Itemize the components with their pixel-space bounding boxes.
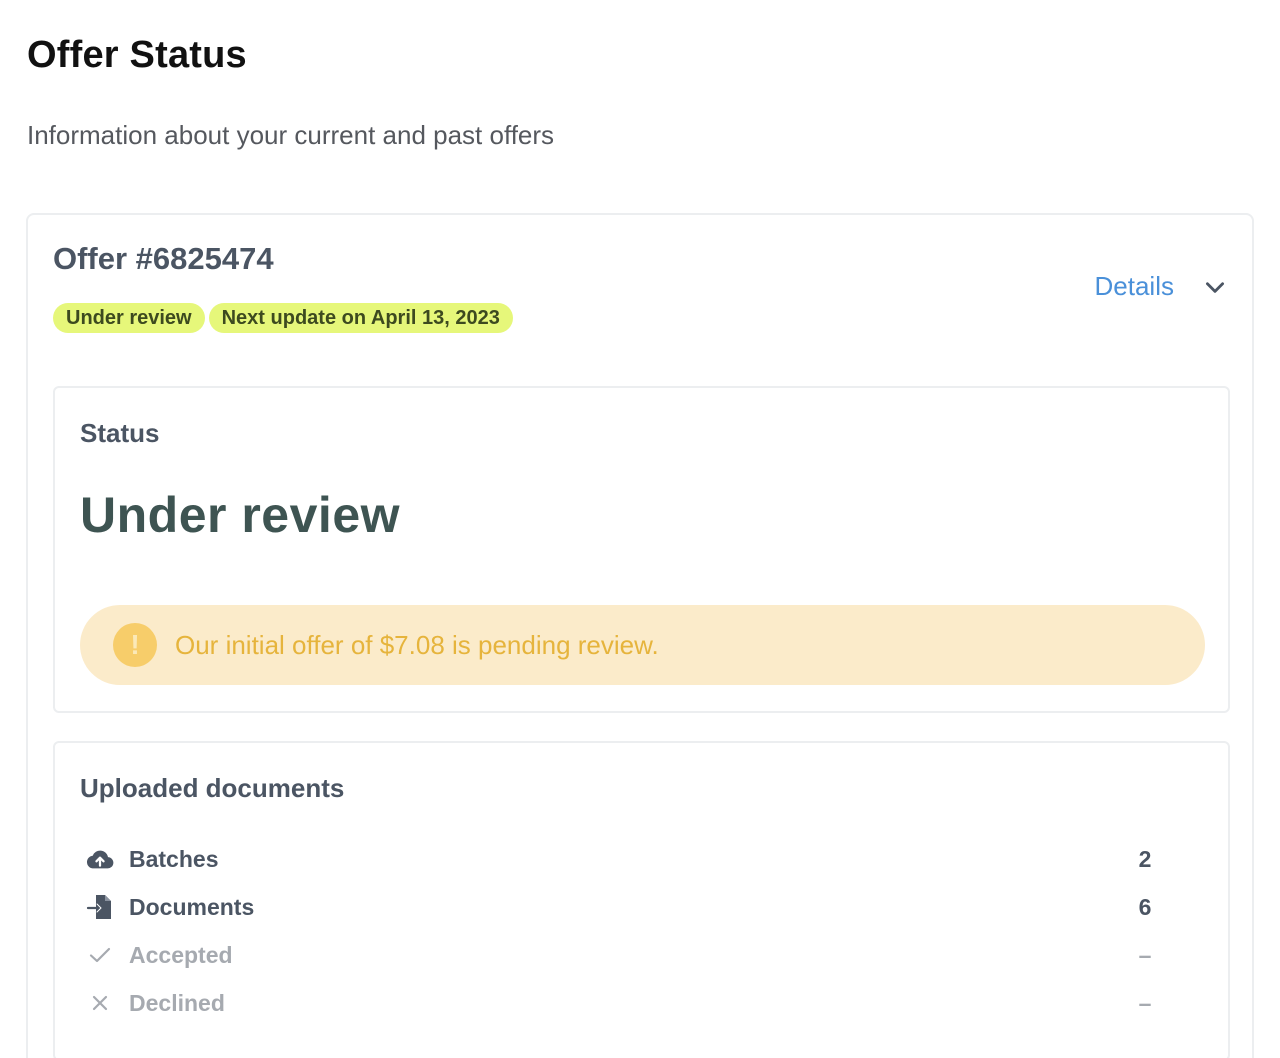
doc-row-value: – xyxy=(1138,989,1152,1016)
doc-row-batches: Batches 2 xyxy=(85,839,1155,879)
check-icon xyxy=(85,940,115,970)
next-update-badge: Next update on April 13, 2023 xyxy=(208,303,513,333)
pending-alert: ! Our initial offer of $7.08 is pending … xyxy=(80,605,1205,685)
documents-panel: Uploaded documents Batches 2 Documents 6… xyxy=(53,741,1230,1058)
offer-card: Offer #6825474 Under review Next update … xyxy=(26,213,1254,1058)
offer-title: Offer #6825474 xyxy=(53,241,274,276)
offer-status-page: Offer Status Information about your curr… xyxy=(0,0,1280,1058)
doc-row-value: – xyxy=(1138,941,1152,968)
doc-row-documents: Documents 6 xyxy=(85,887,1155,927)
status-panel: Status Under review ! Our initial offer … xyxy=(53,386,1230,713)
doc-row-value: 2 xyxy=(1138,845,1152,872)
page-subtitle: Information about your current and past … xyxy=(27,120,555,150)
doc-row-label: Accepted xyxy=(129,941,233,968)
page-title: Offer Status xyxy=(27,34,247,76)
cloud-upload-icon xyxy=(85,844,115,874)
doc-row-accepted: Accepted – xyxy=(85,935,1155,975)
doc-row-label: Declined xyxy=(129,989,225,1016)
details-toggle[interactable]: Details xyxy=(1095,271,1228,302)
doc-row-label: Batches xyxy=(129,845,219,872)
status-value: Under review xyxy=(80,487,401,543)
offer-badges: Under review Next update on April 13, 20… xyxy=(53,303,513,333)
chevron-down-icon[interactable] xyxy=(1202,274,1228,300)
documents-heading: Uploaded documents xyxy=(80,773,345,803)
status-heading: Status xyxy=(80,418,160,448)
status-badge: Under review xyxy=(53,303,205,333)
x-icon xyxy=(85,988,115,1018)
document-import-icon xyxy=(85,892,115,922)
details-link[interactable]: Details xyxy=(1095,271,1174,302)
exclamation-icon: ! xyxy=(113,623,157,667)
doc-row-declined: Declined – xyxy=(85,983,1155,1023)
alert-text: Our initial offer of $7.08 is pending re… xyxy=(175,629,659,660)
doc-row-label: Documents xyxy=(129,893,255,920)
doc-row-value: 6 xyxy=(1138,893,1152,920)
